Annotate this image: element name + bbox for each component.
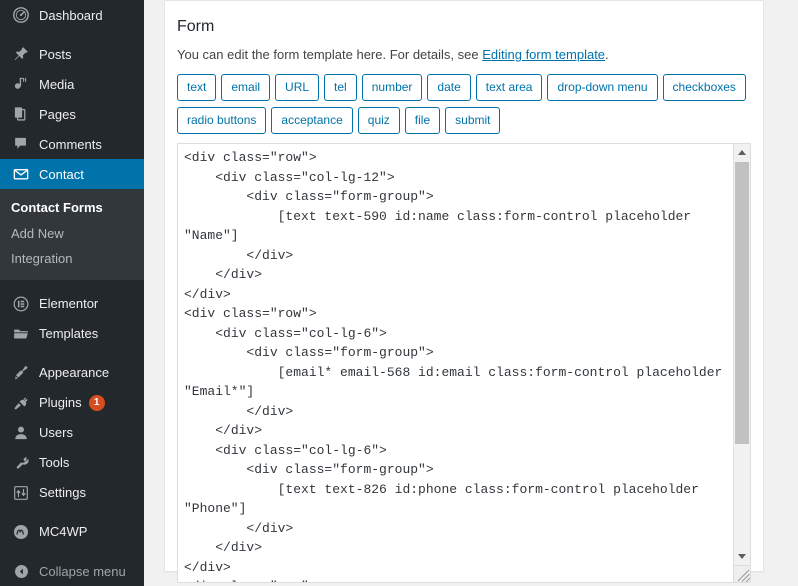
sidebar-item-label: Contact <box>39 166 84 182</box>
description-text-after: . <box>605 47 609 63</box>
sidebar-item-label: Tools <box>39 455 70 471</box>
sidebar-separator-4 <box>0 508 144 517</box>
sidebar-item-label: Appearance <box>39 365 110 381</box>
plugins-update-badge: 1 <box>88 394 105 411</box>
paintbrush-icon <box>11 363 31 383</box>
email-envelope-icon <box>11 164 31 184</box>
sidebar-item-label: MC4WP <box>39 524 88 540</box>
user-icon <box>11 423 31 443</box>
sidebar-item-label: Comments <box>39 136 102 152</box>
tag-button-quiz[interactable]: quiz <box>357 107 400 135</box>
tag-button-submit[interactable]: submit <box>445 107 501 135</box>
admin-content-area: Form You can edit the form template here… <box>144 0 798 586</box>
page-title: Form <box>177 18 215 35</box>
sidebar-item-pages[interactable]: Pages <box>0 99 144 129</box>
sidebar-item-appearance[interactable]: Appearance <box>0 358 144 388</box>
sidebar-item-label: Dashboard <box>39 7 103 23</box>
tag-button-tel[interactable]: tel <box>324 74 357 102</box>
tag-button-checkboxes[interactable]: checkboxes <box>662 74 746 102</box>
pin-icon <box>11 44 31 64</box>
submenu-item-label: Add New <box>11 225 64 241</box>
editing-form-template-link[interactable]: Editing form template <box>482 47 605 62</box>
tag-button-date[interactable]: date <box>427 74 471 102</box>
tag-button-url[interactable]: URL <box>275 74 320 102</box>
admin-screen: Dashboard Posts Media Pages Comments Con… <box>0 0 798 586</box>
media-icon <box>11 74 31 94</box>
plug-icon <box>11 393 31 413</box>
sidebar-separator-2 <box>0 280 144 289</box>
tag-button-drop-down-menu[interactable]: drop-down menu <box>547 74 658 102</box>
sidebar-item-templates[interactable]: Templates <box>0 319 144 349</box>
sidebar-item-contact[interactable]: Contact <box>0 159 144 189</box>
panel-description: You can edit the form template here. For… <box>177 46 751 64</box>
tag-button-radio-buttons[interactable]: radio buttons <box>177 107 267 135</box>
tag-button-acceptance[interactable]: acceptance <box>271 107 353 135</box>
scroll-down-arrow-icon[interactable] <box>734 548 750 564</box>
sidebar-item-label: Elementor <box>39 296 99 312</box>
sidebar-item-label: Templates <box>39 326 99 342</box>
sidebar-item-dashboard[interactable]: Dashboard <box>0 0 144 30</box>
comment-bubble-icon <box>11 134 31 154</box>
submenu-item-label: Contact Forms <box>11 200 103 215</box>
submenu-item-contact-forms[interactable]: Contact Forms <box>0 195 144 221</box>
contact-submenu: Contact Forms Add New Integration <box>0 189 144 280</box>
scroll-up-arrow-icon[interactable] <box>734 144 750 160</box>
editor-resize-handle[interactable] <box>733 565 750 583</box>
tag-button-email[interactable]: email <box>221 74 271 102</box>
sidebar-item-settings[interactable]: Settings <box>0 478 144 508</box>
sidebar-item-plugins[interactable]: Plugins 1 <box>0 388 144 418</box>
settings-sliders-icon <box>11 483 31 503</box>
form-template-editor-wrapper: <div class="row"> <div class="col-lg-12"… <box>177 143 751 584</box>
collapse-menu-button[interactable]: Collapse menu <box>0 556 144 586</box>
sidebar-item-elementor[interactable]: Elementor <box>0 289 144 319</box>
description-text-before: You can edit the form template here. For… <box>177 47 483 63</box>
submenu-item-label: Integration <box>11 251 73 267</box>
sidebar-item-label: Posts <box>39 46 72 62</box>
form-template-textarea[interactable]: <div class="row"> <div class="col-lg-12"… <box>178 144 735 583</box>
tag-button-number[interactable]: number <box>361 74 423 102</box>
sidebar-item-label: Plugins <box>39 395 82 411</box>
sidebar-item-mc4wp[interactable]: MC4WP <box>0 517 144 547</box>
collapse-arrow-icon <box>11 561 31 581</box>
sidebar-separator-1 <box>0 30 144 39</box>
sidebar-separator-3 <box>0 349 144 358</box>
mc4wp-icon <box>11 522 31 542</box>
tag-generator-list: text email URL tel number date text area… <box>177 74 751 135</box>
sidebar-item-media[interactable]: Media <box>0 69 144 99</box>
folder-icon <box>11 324 31 344</box>
form-editor-panel: Form You can edit the form template here… <box>164 0 764 584</box>
sidebar-item-label: Media <box>39 76 75 92</box>
editor-vertical-scrollbar[interactable] <box>733 144 750 583</box>
sidebar-item-label: Users <box>39 425 73 441</box>
sidebar-item-label: Pages <box>39 106 76 122</box>
tag-button-file[interactable]: file <box>404 107 441 135</box>
collapse-menu-label: Collapse menu <box>39 563 126 579</box>
scrollbar-thumb[interactable] <box>735 162 749 445</box>
tag-button-text[interactable]: text <box>177 74 217 102</box>
pages-icon <box>11 104 31 124</box>
tag-button-text-area[interactable]: text area <box>475 74 543 102</box>
wrench-icon <box>11 453 31 473</box>
submenu-item-integration[interactable]: Integration <box>0 246 144 272</box>
admin-sidebar: Dashboard Posts Media Pages Comments Con… <box>0 0 144 586</box>
sidebar-item-label: Settings <box>39 485 86 501</box>
elementor-icon <box>11 294 31 314</box>
sidebar-item-posts[interactable]: Posts <box>0 39 144 69</box>
sidebar-item-comments[interactable]: Comments <box>0 129 144 159</box>
sidebar-item-tools[interactable]: Tools <box>0 448 144 478</box>
dashboard-icon <box>11 5 31 25</box>
submenu-item-add-new[interactable]: Add New <box>0 221 144 247</box>
sidebar-item-users[interactable]: Users <box>0 418 144 448</box>
